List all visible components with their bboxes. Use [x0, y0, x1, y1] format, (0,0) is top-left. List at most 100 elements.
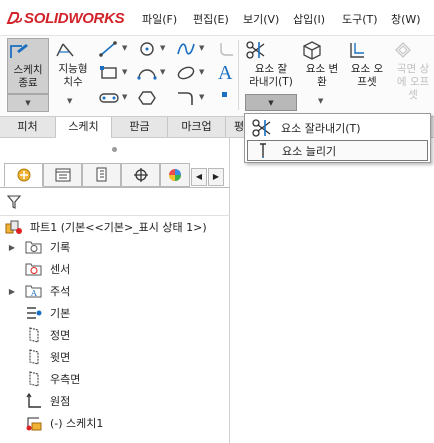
menu-edit[interactable]: 편집(E) [193, 11, 229, 27]
tree-item-label: 기본 [50, 307, 71, 320]
offset-entities-button[interactable]: 요소 오 프셋 [346, 38, 388, 94]
tree-item-top-plane[interactable]: 윗면 [18, 346, 70, 368]
tree-item-right-plane[interactable]: 우측면 [18, 368, 80, 390]
sketch-exit-label: 스케치 종료 [13, 64, 43, 89]
property-manager-icon [55, 168, 70, 182]
chevron-down-icon[interactable]: ▼ [67, 97, 72, 105]
tab-configuration-manager[interactable] [82, 163, 121, 187]
fillet-icon[interactable] [175, 89, 197, 107]
tree-item-sensors[interactable]: 센서 [18, 258, 70, 280]
svg-text:A: A [30, 289, 37, 298]
tree-item-label: 주석 [50, 285, 71, 298]
convert-entities-button[interactable]: 요소 변환 [301, 38, 343, 94]
ellipse-icon[interactable] [175, 64, 197, 82]
sketch-fillet-icon[interactable] [218, 40, 236, 58]
sketch-exit-dropdown[interactable]: ▼ [7, 94, 49, 112]
feature-manager-panel: ◀ ▶ 파트1 (기본<<기본>_표시 상태 1>) ▶ 기록 센서 ▶ A 주… [0, 138, 230, 443]
annotations-folder-icon: A [25, 285, 42, 298]
expand-arrow-icon[interactable]: ▶ [6, 287, 18, 296]
chevron-down-icon[interactable]: ▼ [160, 44, 165, 52]
tab-feature-manager[interactable] [4, 163, 43, 187]
tree-item-label: (-) 스케치1 [50, 417, 104, 430]
trim-entities-dropdown-button[interactable]: ▼ [245, 94, 297, 111]
tree-item-origin[interactable]: 원점 [18, 390, 70, 412]
menu-item-label: 요소 잘라내기(T) [281, 121, 361, 135]
rectangle-icon[interactable] [98, 64, 120, 82]
tree-item-material[interactable]: 기본 [18, 302, 70, 324]
extend-entities-icon [260, 142, 266, 159]
tree-item-annotations[interactable]: ▶ A 주석 [6, 280, 70, 302]
trim-entities-label: 요소 잘 라내기(T) [249, 63, 293, 88]
line-icon[interactable] [98, 40, 120, 58]
menu-window[interactable]: 창(W) [391, 11, 421, 27]
tree-root-label: 파트1 (기본<<기본>_표시 상태 1>) [30, 221, 207, 234]
smart-dimension-label: 지능형 치수 [58, 63, 88, 88]
ribbon-divider [238, 40, 239, 110]
filter-icon[interactable] [6, 194, 22, 210]
tree-item-history[interactable]: ▶ 기록 [6, 236, 70, 258]
trim-entities-button[interactable]: 요소 잘 라내기(T) [245, 38, 297, 94]
chevron-down-icon[interactable]: ▼ [199, 93, 204, 101]
convert-entities-icon [303, 41, 321, 60]
material-icon [27, 307, 42, 319]
polygon-icon[interactable] [136, 89, 158, 107]
plane-icon [29, 349, 39, 365]
chevron-down-icon[interactable]: ▼ [199, 68, 204, 76]
tab-scroll-left-button[interactable]: ◀ [191, 168, 207, 186]
menu-item-extend-entities[interactable]: 요소 늘리기 [247, 140, 428, 161]
panel-grip[interactable] [112, 147, 117, 152]
tab-scroll-right-button[interactable]: ▶ [208, 168, 224, 186]
tree-item-front-plane[interactable]: 정면 [18, 324, 70, 346]
point-icon[interactable] [222, 92, 227, 97]
chevron-down-icon[interactable]: ▼ [122, 93, 127, 101]
convert-entities-label: 요소 변환 [305, 63, 339, 88]
menu-item-trim-entities[interactable]: 요소 잘라내기(T) [247, 117, 428, 138]
tab-sketch[interactable]: 스케치 [56, 117, 112, 138]
chevron-down-icon[interactable]: ▼ [160, 68, 165, 76]
slot-icon[interactable] [98, 89, 120, 107]
tab-property-manager[interactable] [43, 163, 82, 187]
offset-on-surface-button[interactable]: 곡면 상에 오프 셋 [392, 38, 434, 102]
sketch-exit-button[interactable]: 스케치 종료 [7, 38, 49, 94]
chevron-down-icon[interactable]: ▼ [122, 44, 127, 52]
tab-features[interactable]: 피처 [0, 117, 56, 137]
spline-icon[interactable] [175, 40, 197, 58]
display-manager-icon [169, 169, 181, 181]
logo-text: SOLIDWORKS [24, 9, 125, 27]
menu-insert[interactable]: 삽입(I) [293, 11, 325, 27]
tree-root-part[interactable]: 파트1 (기본<<기본>_표시 상태 1>) [4, 216, 207, 238]
tree-item-label: 원점 [50, 395, 71, 408]
offset-on-surface-label: 곡면 상에 오프 셋 [396, 63, 430, 101]
trim-entities-icon [252, 118, 271, 137]
chevron-down-icon[interactable]: ▼ [199, 44, 204, 52]
circle-icon[interactable] [136, 40, 158, 58]
smart-dimension-button[interactable]: 지능형 치수 [53, 38, 93, 92]
chevron-down-icon[interactable]: ▼ [122, 68, 127, 76]
arc-icon[interactable] [136, 64, 158, 82]
command-manager-ribbon: 스케치 종료 ▼ 지능형 치수 ▼ ▼ ▼ ▼ ▼ ▼ ▼ A ▼ ▼ 요소 잘… [0, 36, 434, 116]
sensor-folder-icon [25, 263, 42, 276]
menu-view[interactable]: 보기(V) [243, 11, 279, 27]
plane-icon [29, 327, 39, 343]
tab-sheet-metal[interactable]: 판금 [112, 117, 168, 137]
text-tool-icon[interactable]: A [218, 62, 232, 85]
chevron-down-icon: ▼ [25, 99, 31, 107]
tab-dimxpert-manager[interactable] [121, 163, 160, 187]
tab-markup[interactable]: 마크업 [168, 117, 226, 137]
feature-tree-icon [17, 168, 30, 182]
crosshair-icon [133, 168, 148, 182]
chevron-down-icon[interactable]: ▼ [318, 97, 323, 105]
chevron-right-icon: ▶ [212, 172, 220, 181]
menu-file[interactable]: 파일(F) [142, 11, 177, 27]
expand-arrow-icon[interactable]: ▶ [6, 243, 18, 252]
menu-tools[interactable]: 도구(T) [342, 11, 378, 27]
trim-entities-dropdown-menu: 요소 잘라내기(T) 요소 늘리기 [244, 113, 431, 163]
tree-item-label: 윗면 [50, 351, 71, 364]
tree-item-label: 정면 [50, 329, 71, 342]
tree-item-sketch1[interactable]: (-) 스케치1 [18, 412, 103, 434]
offset-entities-icon [350, 43, 364, 58]
solidworks-logo[interactable]: SOLIDWORKS [6, 9, 125, 27]
origin-icon [26, 392, 41, 408]
tab-display-manager[interactable] [160, 163, 190, 187]
sketch-exit-icon [10, 44, 28, 58]
